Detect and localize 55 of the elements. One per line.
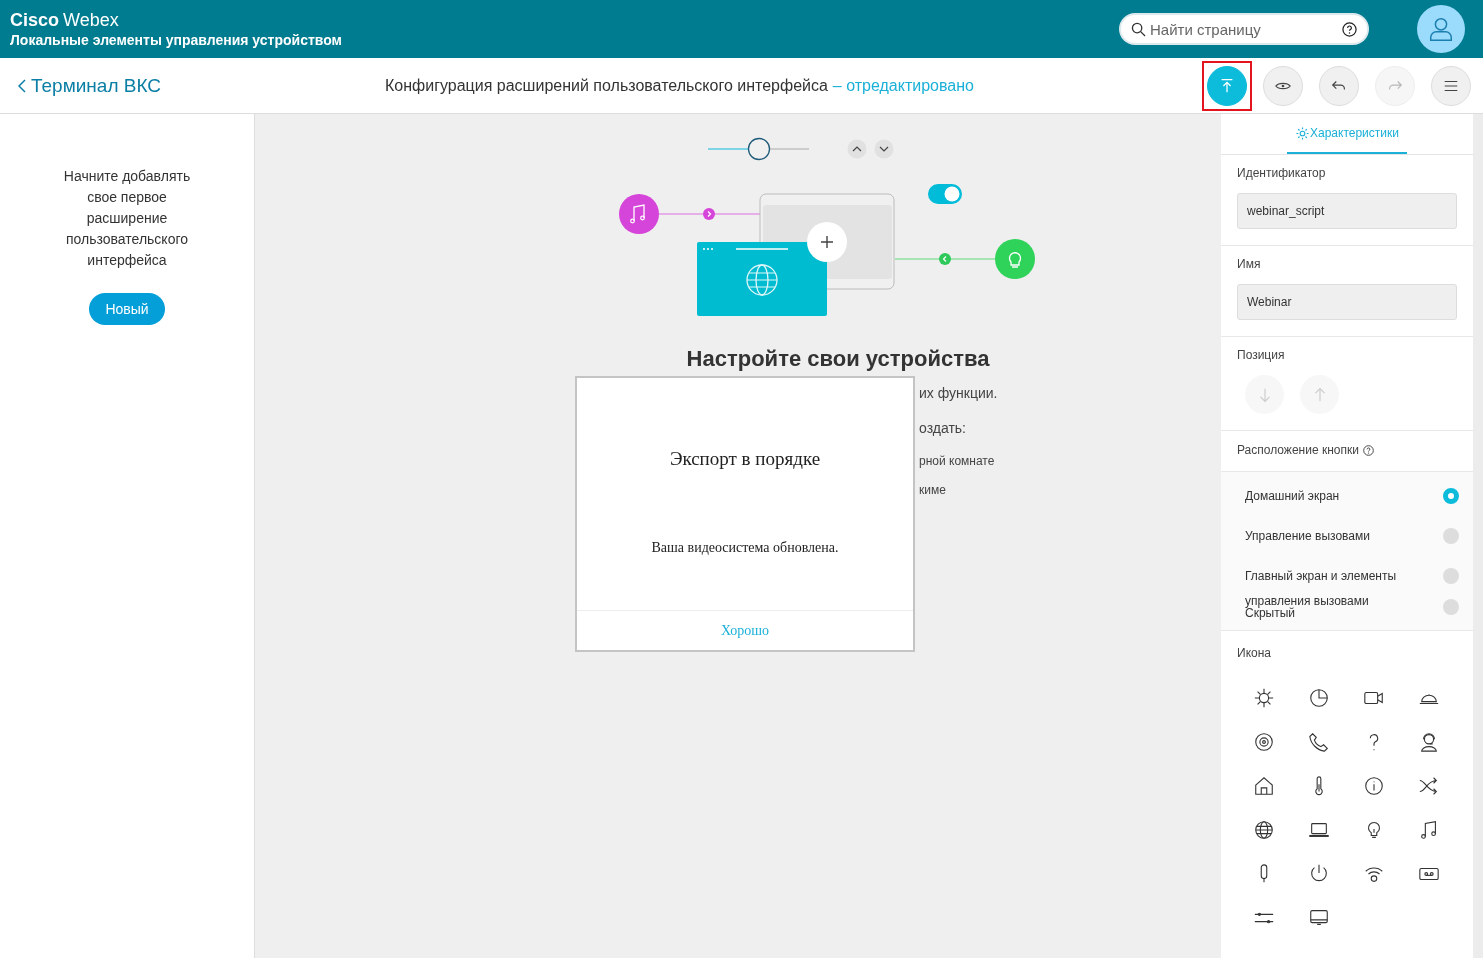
search-icon <box>1131 21 1146 37</box>
app-subtitle: Локальные элементы управления устройством <box>10 32 343 48</box>
option-label: Управление вызовами <box>1245 530 1370 542</box>
option-label: Домашний экран <box>1245 490 1340 502</box>
description-text: киме <box>919 483 946 497</box>
description-text: оздать: <box>919 420 966 436</box>
add-icon <box>807 222 847 262</box>
search-bar[interactable]: Найти страницу <box>1121 15 1367 43</box>
preview-button[interactable] <box>1263 65 1303 106</box>
dialog-title: Экспорт в порядке <box>669 448 821 470</box>
phone-icon[interactable] <box>1308 731 1330 753</box>
field-label: Расположение кнопки <box>1237 443 1359 457</box>
info-icon[interactable] <box>1363 775 1385 797</box>
pie-icon[interactable] <box>1308 687 1330 709</box>
menu-button[interactable] <box>1431 65 1471 106</box>
option-label: Главный экран и элементы <box>1245 570 1397 582</box>
music-node-icon <box>619 194 659 234</box>
new-button[interactable]: Новый <box>89 293 165 325</box>
chevron-left-icon <box>18 78 26 93</box>
edited-status: – отредактировано <box>832 76 974 95</box>
radio-button[interactable] <box>1443 488 1459 504</box>
help-icon[interactable] <box>1342 21 1357 37</box>
option-label: управления вызовами Скрытый <box>1245 595 1369 619</box>
field-label: Икона <box>1237 646 1271 660</box>
radio-button[interactable] <box>1443 568 1459 584</box>
properties-tab[interactable]: Характеристики <box>1287 114 1407 154</box>
avatar-icon[interactable] <box>1417 5 1465 53</box>
description-text: рной комнате <box>919 454 995 468</box>
field-label: Позиция <box>1237 348 1286 362</box>
gear-icon <box>1295 125 1310 141</box>
undo-button[interactable] <box>1319 65 1359 106</box>
brand-name: Cisco <box>10 10 60 31</box>
page-title: Конфигурация расширений пользовательского интерфейса <box>385 76 828 95</box>
field-label: Идентификатор <box>1237 166 1327 180</box>
disc-icon[interactable] <box>1253 731 1275 753</box>
brand-product: Webex <box>63 10 119 31</box>
field-label: Имя <box>1237 257 1262 271</box>
scrollbar-track[interactable] <box>1473 114 1483 958</box>
toggle-drawing <box>928 184 962 204</box>
description-text: их функции. <box>919 385 998 401</box>
globe-icon[interactable] <box>1253 819 1275 841</box>
radio-button[interactable] <box>1443 599 1459 615</box>
dialog-message: Ваша видеосистема обновлена. <box>651 540 839 556</box>
name-field[interactable]: Webinar <box>1237 284 1457 320</box>
sun-icon[interactable] <box>1253 687 1275 709</box>
home-icon[interactable] <box>1253 775 1275 797</box>
bulb-node-icon <box>995 239 1035 279</box>
shuffle-icon[interactable] <box>1418 775 1440 797</box>
canvas-heading: Настройте свои устройства <box>686 346 990 372</box>
back-link[interactable]: Терминал ВКС <box>18 74 368 97</box>
radio-button[interactable] <box>1443 528 1459 544</box>
identifier-field[interactable]: webinar_script <box>1237 193 1457 229</box>
chevron-down-icon <box>874 139 894 159</box>
empty-state-message: Начните добавлять свое первое расширение пользовательского интерфейса <box>62 167 192 270</box>
chevron-up-icon <box>847 139 867 159</box>
